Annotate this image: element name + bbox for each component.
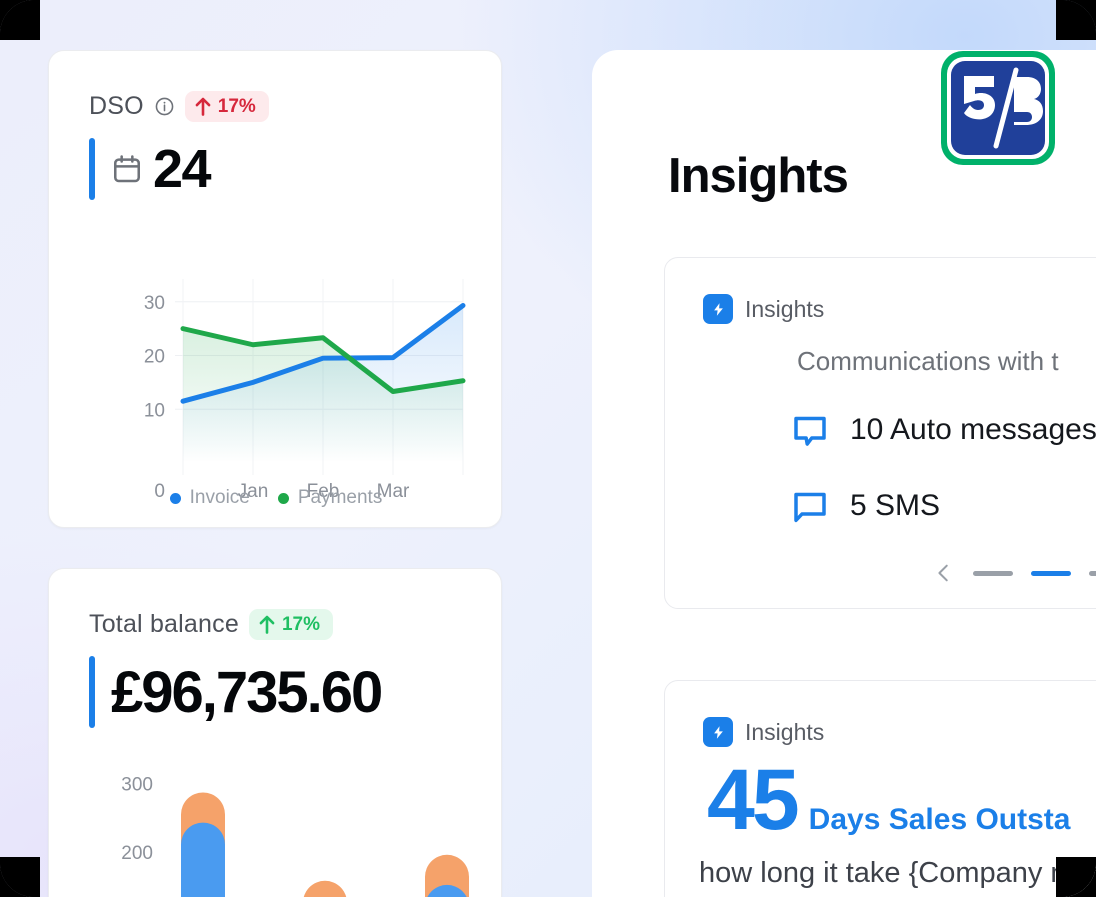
communication-row-sms: 5 SMS (789, 485, 1096, 527)
legend-color-swatch (169, 492, 181, 504)
balance-delta-value: 17% (281, 613, 320, 635)
speech-bubble-icon (789, 409, 831, 451)
bar-chart-svg: 300200100 (121, 775, 469, 897)
legend-label: Invoice (189, 487, 250, 508)
svg-text:200: 200 (121, 843, 153, 864)
legend-item-payments: Payments (277, 487, 383, 509)
insight-card-dso[interactable]: Insights 45 Days Sales Outsta how long i… (664, 680, 1096, 897)
speech-bubble-icon (789, 485, 831, 527)
insight-pagination (933, 562, 1096, 584)
dso-label: DSO (89, 92, 144, 120)
total-balance-card: Total balance 17% £96,735.60 300200100 (48, 568, 502, 897)
dso-delta-badge: 17% (184, 91, 269, 122)
pager-dot-1[interactable] (973, 570, 1013, 576)
pager-dot-3[interactable] (1089, 570, 1096, 576)
insight-dso-phrase: Days Sales Outsta (808, 803, 1071, 836)
dso-value-row: 24 (89, 138, 501, 200)
accent-bar (89, 138, 95, 200)
insight-dso-subtext: how long it take {Company n (699, 857, 1067, 889)
pager-dot-2-active[interactable] (1031, 570, 1071, 576)
lightning-bolt-icon (703, 717, 733, 747)
insight-tag-label: Insights (745, 718, 825, 745)
arrow-up-icon (259, 615, 275, 634)
svg-text:20: 20 (144, 347, 165, 368)
accent-bar (89, 656, 95, 728)
arrow-up-icon (195, 97, 211, 116)
balance-card-header: Total balance 17% (49, 569, 501, 640)
insight-dso-headline: 45 Days Sales Outsta (707, 757, 1096, 843)
balance-value: £96,735.60 (111, 659, 383, 725)
communication-label: 5 SMS (850, 489, 941, 522)
app-canvas: DSO 17% 24 30 20 10 0 Jan Feb Mar Invoic… (0, 0, 1096, 897)
dso-value: 24 (153, 139, 212, 199)
communication-label: 10 Auto messages (850, 413, 1096, 446)
legend-item-invoice: Invoice (169, 487, 250, 509)
page-title: Insights (668, 149, 849, 203)
insight-headline: Communications with t (797, 346, 1059, 376)
insight-card-communications[interactable]: Insights Communications with t 10 Auto m… (664, 257, 1096, 609)
insight-tag-label: Insights (745, 295, 825, 322)
insight-tag: Insights (665, 681, 1096, 747)
dso-delta-value: 17% (217, 95, 256, 117)
dso-metric-card: DSO 17% 24 30 20 10 0 Jan Feb Mar Invoic… (48, 50, 502, 528)
corner-mask-top-right (1056, 0, 1096, 40)
fifth-third-bank-logo-icon (936, 50, 1060, 170)
legend-color-swatch (277, 492, 289, 504)
corner-mask-bottom-left (0, 857, 40, 897)
svg-text:300: 300 (121, 775, 153, 796)
balance-delta-badge: 17% (248, 609, 333, 640)
total-balance-bar-chart: 300200100 (49, 749, 503, 897)
balance-value-row: £96,735.60 (89, 656, 501, 728)
dso-line-chart: 30 20 10 0 Jan Feb Mar Invoice Payments (49, 273, 503, 529)
line-chart-legend: Invoice Payments (49, 487, 503, 509)
corner-mask-top-left (0, 0, 40, 40)
dso-card-header: DSO 17% (49, 51, 501, 122)
dso-value-group: 24 (111, 138, 212, 200)
insight-tag: Insights (665, 258, 1096, 324)
svg-text:10: 10 (144, 400, 165, 421)
balance-label: Total balance (89, 610, 239, 638)
calendar-icon (111, 153, 143, 185)
chevron-left-icon[interactable] (933, 562, 955, 584)
legend-label: Payments (297, 487, 383, 508)
insight-dso-number: 45 (707, 752, 800, 848)
communication-row-auto-messages: 10 Auto messages (789, 409, 1096, 451)
info-icon[interactable] (154, 96, 175, 117)
corner-mask-bottom-right (1056, 857, 1096, 897)
lightning-bolt-icon (703, 294, 733, 324)
insights-panel: Insights Insights Communications with t (592, 50, 1096, 897)
svg-text:30: 30 (144, 293, 165, 314)
